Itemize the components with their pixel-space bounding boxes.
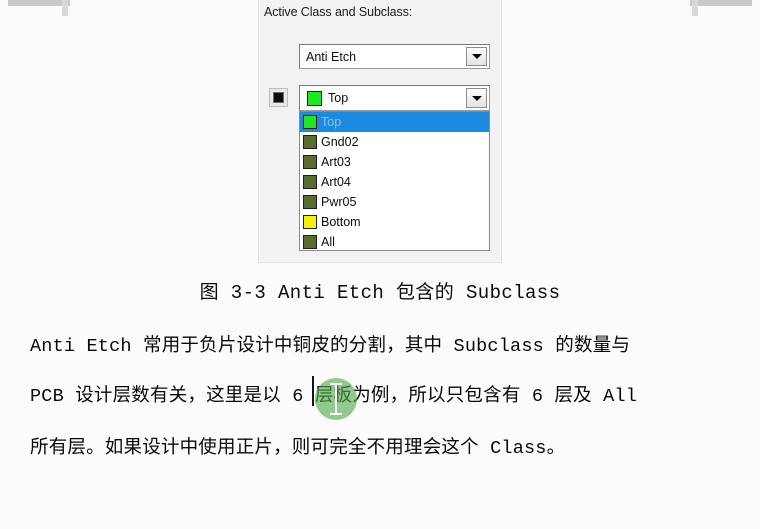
text-caret [312, 376, 314, 406]
figure-caption: 图 3-3 Anti Etch 包含的 Subclass [199, 282, 561, 304]
subclass-dropdown-item[interactable]: Pwr05 [300, 192, 489, 212]
subclass-item-color-swatch [303, 155, 317, 169]
panel-title: Active Class and Subclass: [264, 5, 413, 19]
subclass-color-swatch [307, 90, 322, 106]
subclass-combobox-dropdown-button[interactable] [466, 88, 487, 108]
subclass-item-color-swatch [303, 215, 317, 229]
subclass-item-label: All [321, 235, 335, 249]
subclass-item-color-swatch [303, 195, 317, 209]
ibeam-bottom-bar [330, 413, 342, 415]
page-crop-mark-left [8, 0, 70, 6]
subclass-item-color-swatch [303, 115, 317, 129]
subclass-dropdown-list[interactable]: Top Gnd02 Art03 Art04 Pwr05 Bottom All [299, 111, 490, 251]
class-combobox-dropdown-button[interactable] [466, 47, 487, 66]
page-crop-mark-right [690, 0, 752, 6]
body-text-line-2: PCB 设计层数有关，这里是以 6 层板为例，所以只包含有 6 层及 All [30, 386, 638, 407]
subclass-item-color-swatch [303, 175, 317, 189]
active-class-subclass-panel: Active Class and Subclass: Anti Etch Top… [258, 0, 502, 263]
subclass-dropdown-item[interactable]: Art04 [300, 172, 489, 192]
chevron-down-icon [471, 54, 482, 59]
page-crop-tick-right [692, 0, 698, 16]
subclass-dropdown-item[interactable]: Top [300, 112, 489, 132]
body-text-line-3: 所有层。如果设计中使用正片，则可完全不用理会这个 Class。 [30, 438, 566, 459]
subclass-visibility-toggle-button[interactable] [269, 88, 288, 107]
subclass-combobox-value: Top [328, 91, 349, 105]
subclass-combobox[interactable]: Top [299, 85, 490, 111]
subclass-dropdown-item[interactable]: All [300, 232, 489, 250]
chevron-down-icon [471, 95, 482, 101]
subclass-dropdown-item[interactable]: Art03 [300, 152, 489, 172]
class-combobox[interactable]: Anti Etch [299, 44, 490, 69]
subclass-item-label: Bottom [321, 215, 361, 229]
subclass-dropdown-item[interactable]: Bottom [300, 212, 489, 232]
subclass-item-label: Art04 [321, 175, 351, 189]
page-crop-tick-left [62, 0, 68, 16]
ibeam-stem [335, 383, 337, 415]
subclass-item-label: Art03 [321, 155, 351, 169]
body-text-line-1: Anti Etch 常用于负片设计中铜皮的分割，其中 Subclass 的数量与 [30, 336, 631, 357]
subclass-item-label: Top [321, 115, 342, 129]
subclass-item-label: Pwr05 [321, 195, 357, 209]
subclass-item-label: Gnd02 [321, 135, 359, 149]
subclass-dropdown-item[interactable]: Gnd02 [300, 132, 489, 152]
subclass-item-color-swatch [303, 235, 317, 249]
class-combobox-value: Anti Etch [306, 49, 357, 64]
subclass-item-color-swatch [303, 135, 317, 149]
text-ibeam-cursor [330, 383, 342, 415]
filled-square-icon [273, 92, 284, 103]
